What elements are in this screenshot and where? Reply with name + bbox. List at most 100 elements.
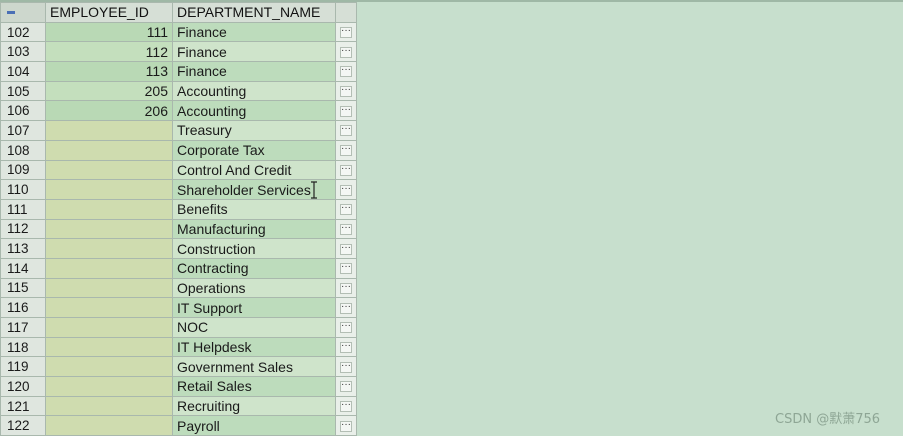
department-name-cell[interactable]: Accounting <box>172 80 336 102</box>
employee-id-cell[interactable] <box>45 376 173 397</box>
table-row[interactable]: 112 Manufacturing ··· <box>0 218 357 240</box>
department-name-cell[interactable]: Finance <box>172 21 336 43</box>
department-name-cell[interactable]: Benefits <box>172 198 336 220</box>
cell-editor-button[interactable]: ··· <box>335 356 357 378</box>
department-name-cell[interactable]: Control And Credit <box>172 159 336 181</box>
employee-id-cell[interactable] <box>45 120 173 141</box>
cell-editor-button[interactable]: ··· <box>335 218 357 240</box>
table-row[interactable]: 106 206 Accounting ··· <box>0 100 357 122</box>
employee-id-cell[interactable]: 112 <box>45 41 173 63</box>
cell-editor-button[interactable]: ··· <box>335 376 357 397</box>
cell-editor-button[interactable]: ··· <box>335 61 357 82</box>
table-row[interactable]: 118 IT Helpdesk ··· <box>0 336 357 358</box>
table-row[interactable]: 110 Shareholder Services ··· <box>0 179 357 200</box>
table-row[interactable]: 119 Government Sales ··· <box>0 356 357 378</box>
department-name-cell[interactable]: Treasury <box>172 120 336 141</box>
table-row[interactable]: 116 IT Support ··· <box>0 297 357 318</box>
department-name-cell[interactable]: Payroll <box>172 415 336 436</box>
cell-editor-button[interactable]: ··· <box>335 80 357 102</box>
cell-editor-button[interactable]: ··· <box>335 297 357 318</box>
row-number[interactable]: 116 <box>0 297 46 318</box>
cell-editor-button[interactable]: ··· <box>335 139 357 161</box>
employee-id-cell[interactable] <box>45 198 173 220</box>
department-name-cell[interactable]: Recruiting <box>172 395 336 417</box>
cell-editor-button[interactable]: ··· <box>335 415 357 436</box>
row-number[interactable]: 120 <box>0 376 46 397</box>
employee-id-cell[interactable]: 111 <box>45 21 173 43</box>
row-number[interactable]: 106 <box>0 100 46 122</box>
cell-editor-button[interactable]: ··· <box>335 277 357 299</box>
employee-id-cell[interactable]: 113 <box>45 61 173 82</box>
grid-corner[interactable] <box>0 2 46 23</box>
row-number[interactable]: 102 <box>0 21 46 43</box>
table-row[interactable]: 122 Payroll ··· <box>0 415 357 436</box>
table-row[interactable]: 102 111 Finance ··· <box>0 21 357 43</box>
department-name-cell[interactable]: NOC <box>172 317 336 338</box>
employee-id-cell[interactable] <box>45 297 173 318</box>
cell-editor-button[interactable]: ··· <box>335 21 357 43</box>
department-name-cell[interactable]: Retail Sales <box>172 376 336 397</box>
employee-id-cell[interactable] <box>45 218 173 240</box>
employee-id-cell[interactable] <box>45 238 173 259</box>
department-name-cell[interactable]: Corporate Tax <box>172 139 336 161</box>
employee-id-cell[interactable] <box>45 415 173 436</box>
employee-id-cell[interactable]: 206 <box>45 100 173 122</box>
department-name-cell[interactable]: IT Support <box>172 297 336 318</box>
employee-id-cell[interactable] <box>45 356 173 378</box>
cell-editor-button[interactable]: ··· <box>335 179 357 200</box>
department-name-cell[interactable]: Contracting <box>172 257 336 279</box>
table-row[interactable]: 108 Corporate Tax ··· <box>0 139 357 161</box>
department-name-cell[interactable]: IT Helpdesk <box>172 336 336 358</box>
employee-id-cell[interactable] <box>45 336 173 358</box>
department-name-cell[interactable]: Construction <box>172 238 336 259</box>
cell-editor-button[interactable]: ··· <box>335 395 357 417</box>
table-row[interactable]: 107 Treasury ··· <box>0 120 357 141</box>
employee-id-cell[interactable] <box>45 159 173 181</box>
department-name-cell[interactable]: Government Sales <box>172 356 336 378</box>
cell-editor-button[interactable]: ··· <box>335 317 357 338</box>
cell-editor-button[interactable]: ··· <box>335 100 357 122</box>
department-name-cell[interactable]: Manufacturing <box>172 218 336 240</box>
table-row[interactable]: 109 Control And Credit ··· <box>0 159 357 181</box>
cell-editor-button[interactable]: ··· <box>335 41 357 63</box>
table-row[interactable]: 117 NOC ··· <box>0 317 357 338</box>
row-number[interactable]: 117 <box>0 317 46 338</box>
cell-editor-button[interactable]: ··· <box>335 336 357 358</box>
row-number[interactable]: 105 <box>0 80 46 102</box>
table-row[interactable]: 111 Benefits ··· <box>0 198 357 220</box>
row-number[interactable]: 118 <box>0 336 46 358</box>
cell-editor-button[interactable]: ··· <box>335 238 357 259</box>
row-number[interactable]: 119 <box>0 356 46 378</box>
table-row[interactable]: 103 112 Finance ··· <box>0 41 357 63</box>
department-name-cell[interactable]: Finance <box>172 41 336 63</box>
employee-id-cell[interactable] <box>45 277 173 299</box>
table-row[interactable]: 115 Operations ··· <box>0 277 357 299</box>
row-number[interactable]: 115 <box>0 277 46 299</box>
table-row[interactable]: 121 Recruiting ··· <box>0 395 357 417</box>
table-row[interactable]: 114 Contracting ··· <box>0 257 357 279</box>
table-row[interactable]: 105 205 Accounting ··· <box>0 80 357 102</box>
column-header-employee-id[interactable]: EMPLOYEE_ID <box>45 2 173 23</box>
row-number[interactable]: 103 <box>0 41 46 63</box>
column-header-department-name[interactable]: DEPARTMENT_NAME <box>172 2 336 23</box>
employee-id-cell[interactable] <box>45 317 173 338</box>
employee-id-cell[interactable] <box>45 395 173 417</box>
employee-id-cell[interactable]: 205 <box>45 80 173 102</box>
row-number[interactable]: 110 <box>0 179 46 200</box>
row-number[interactable]: 112 <box>0 218 46 240</box>
row-number[interactable]: 107 <box>0 120 46 141</box>
department-name-cell[interactable]: Finance <box>172 61 336 82</box>
cell-editor-button[interactable]: ··· <box>335 198 357 220</box>
employee-id-cell[interactable] <box>45 179 173 200</box>
row-number[interactable]: 108 <box>0 139 46 161</box>
cell-editor-button[interactable]: ··· <box>335 159 357 181</box>
row-number[interactable]: 104 <box>0 61 46 82</box>
employee-id-cell[interactable] <box>45 257 173 279</box>
table-row[interactable]: 113 Construction ··· <box>0 238 357 259</box>
table-row[interactable]: 120 Retail Sales ··· <box>0 376 357 397</box>
row-number[interactable]: 114 <box>0 257 46 279</box>
cell-editor-button[interactable]: ··· <box>335 120 357 141</box>
row-number[interactable]: 109 <box>0 159 46 181</box>
employee-id-cell[interactable] <box>45 139 173 161</box>
department-name-cell[interactable]: Accounting <box>172 100 336 122</box>
